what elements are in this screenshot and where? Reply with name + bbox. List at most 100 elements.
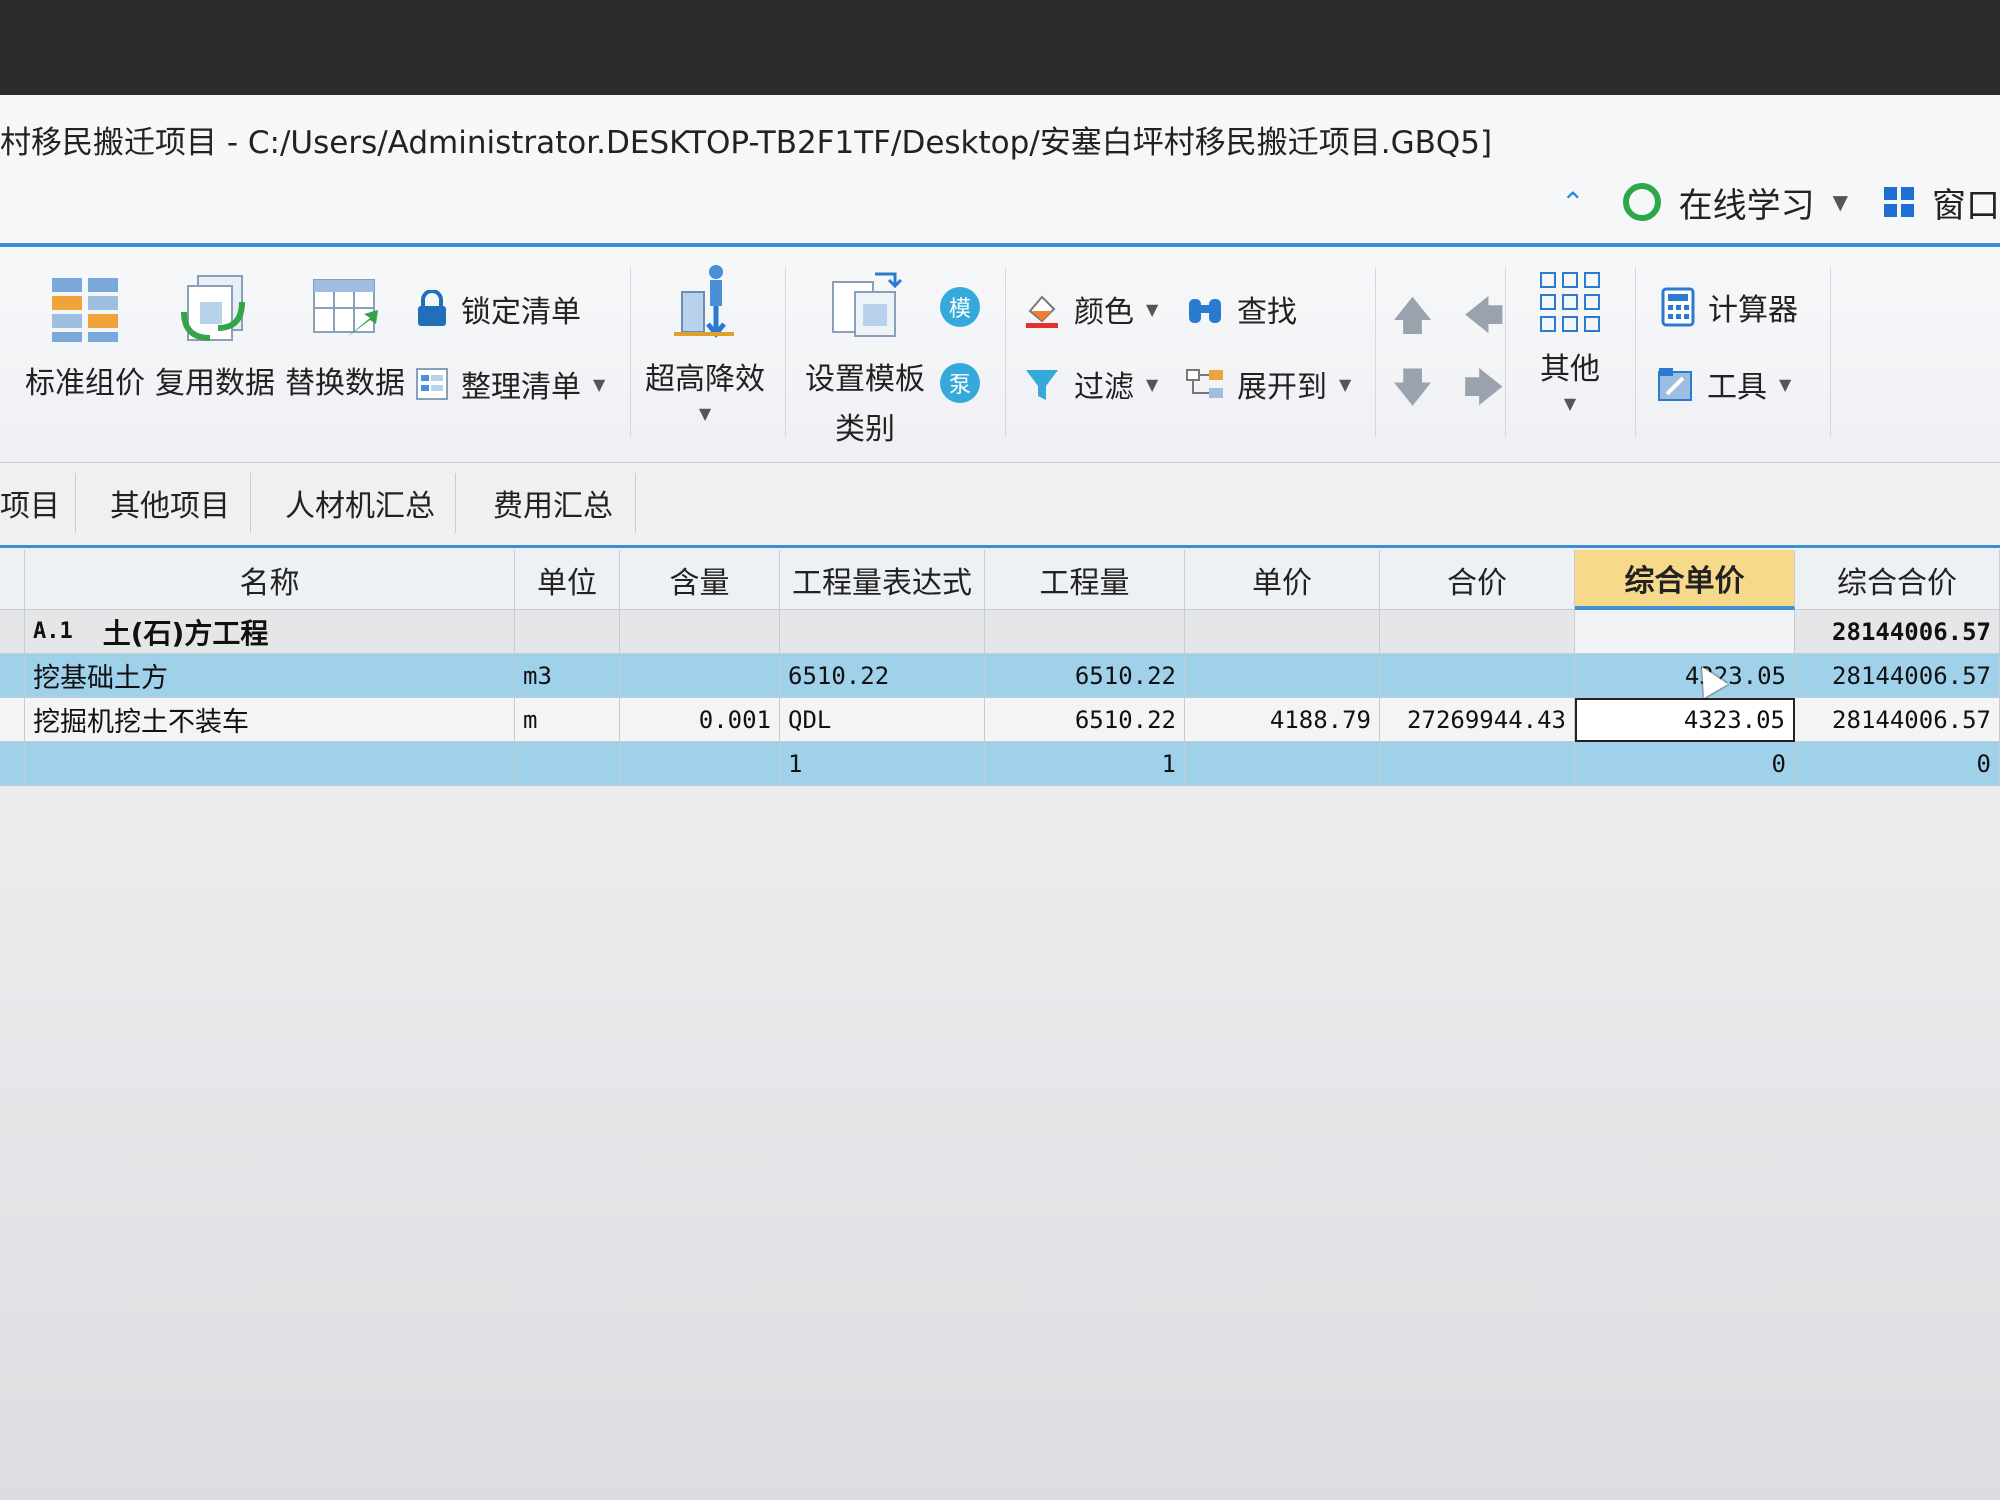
- row-index-cell: [0, 610, 25, 654]
- expression-cell[interactable]: 6510.22: [780, 654, 985, 698]
- binoculars-icon: [1189, 299, 1221, 323]
- composite-total-cell[interactable]: 28144006.57: [1795, 610, 2000, 654]
- move-down-icon[interactable]: 🡇: [1392, 359, 1433, 427]
- composite-unit-price-cell[interactable]: [1575, 610, 1795, 654]
- composite-total-cell[interactable]: 0: [1795, 742, 2000, 786]
- table-row[interactable]: 1 1 0 0: [0, 742, 2000, 786]
- calculator-button[interactable]: 计算器: [1660, 285, 1798, 329]
- column-header-composite-total[interactable]: 综合合价: [1795, 550, 2000, 610]
- tab-cost-summary[interactable]: 费用汇总: [493, 481, 613, 525]
- online-learning-dropdown-icon[interactable]: ▼: [1833, 190, 1848, 214]
- composite-total-cell[interactable]: 28144006.57: [1795, 698, 2000, 742]
- other-button[interactable]: 其他 ▼: [1515, 272, 1625, 413]
- color-label: 颜色: [1074, 295, 1134, 330]
- column-header-unit[interactable]: 单位: [515, 550, 620, 610]
- unit-cell[interactable]: [515, 610, 620, 654]
- color-button[interactable]: 颜色 ▼: [1022, 287, 1158, 331]
- content-cell[interactable]: [620, 654, 780, 698]
- expression-cell[interactable]: QDL: [780, 698, 985, 742]
- content-cell[interactable]: 0.001: [620, 698, 780, 742]
- unit-cell[interactable]: m: [515, 698, 620, 742]
- tools-button[interactable]: 工具 ▼: [1655, 362, 1791, 406]
- content-cell[interactable]: [620, 742, 780, 786]
- reuse-data-button[interactable]: 复用数据: [155, 272, 275, 402]
- tab-labor-material-machine-summary[interactable]: 人材机汇总: [285, 481, 435, 525]
- unit-cell[interactable]: [515, 742, 620, 786]
- window-menu[interactable]: 窗口: [1932, 178, 2000, 227]
- expand-to-dropdown-icon[interactable]: ▼: [1339, 375, 1351, 394]
- quantity-cell[interactable]: [985, 610, 1185, 654]
- price-cell[interactable]: 4188.79: [1185, 698, 1380, 742]
- reuse-data-icon: [181, 275, 245, 341]
- total-cell[interactable]: [1380, 610, 1575, 654]
- expand-to-button[interactable]: 展开到 ▼: [1185, 362, 1351, 406]
- lock-icon: [418, 290, 446, 326]
- total-cell[interactable]: 27269944.43: [1380, 698, 1575, 742]
- section-name: 土(石)方工程: [102, 616, 269, 650]
- composite-unit-price-cell-selected[interactable]: 4323.05: [1575, 698, 1795, 742]
- filter-button[interactable]: 过滤 ▼: [1022, 362, 1158, 406]
- tab-other-items[interactable]: 其他项目: [110, 481, 230, 525]
- move-right-icon[interactable]: 🡆: [1463, 359, 1504, 427]
- expression-cell[interactable]: [780, 610, 985, 654]
- total-cell[interactable]: [1380, 654, 1575, 698]
- table-row[interactable]: A.1 土(石)方工程 28144006.57: [0, 610, 2000, 654]
- column-header-price[interactable]: 单价: [1185, 550, 1380, 610]
- total-cell[interactable]: [1380, 742, 1575, 786]
- column-header-quantity[interactable]: 工程量: [985, 550, 1185, 610]
- super-high-dropdown-icon[interactable]: ▼: [640, 404, 770, 423]
- move-left-icon[interactable]: 🡄: [1463, 287, 1504, 355]
- organize-list-dropdown-icon[interactable]: ▼: [593, 375, 605, 394]
- name-cell[interactable]: [25, 742, 515, 786]
- composite-unit-price-cell[interactable]: 0: [1575, 742, 1795, 786]
- price-cell[interactable]: [1185, 610, 1380, 654]
- quantity-cell[interactable]: 6510.22: [985, 654, 1185, 698]
- organize-list-icon: [416, 368, 448, 400]
- lock-list-label: 锁定清单: [461, 295, 581, 330]
- name-cell[interactable]: 挖掘机挖土不装车: [25, 698, 515, 742]
- ribbon-separator: [785, 267, 786, 437]
- tab-divider: [250, 473, 251, 533]
- row-index-cell: [0, 698, 25, 742]
- column-header-quantity-expression[interactable]: 工程量表达式: [780, 550, 985, 610]
- lock-list-button[interactable]: 锁定清单: [415, 287, 581, 331]
- content-cell[interactable]: [620, 610, 780, 654]
- tab-items[interactable]: 项目: [0, 481, 60, 525]
- table-row[interactable]: 挖掘机挖土不装车 m 0.001 QDL 6510.22 4188.79 272…: [0, 698, 2000, 742]
- color-dropdown-icon[interactable]: ▼: [1146, 300, 1158, 319]
- unit-cell[interactable]: m3: [515, 654, 620, 698]
- standard-price-label: 标准组价: [25, 366, 145, 401]
- column-header-content[interactable]: 含量: [620, 550, 780, 610]
- quantity-cell[interactable]: 6510.22: [985, 698, 1185, 742]
- set-template-category-button[interactable]: 设置模板 类别: [800, 262, 930, 448]
- replace-data-button[interactable]: 替换数据: [285, 272, 405, 402]
- other-dropdown-icon[interactable]: ▼: [1515, 394, 1625, 413]
- column-header-name[interactable]: 名称: [25, 550, 515, 610]
- expression-cell[interactable]: 1: [780, 742, 985, 786]
- filter-dropdown-icon[interactable]: ▼: [1146, 375, 1158, 394]
- composite-unit-price-cell[interactable]: 4323.05: [1575, 654, 1795, 698]
- window-title: 村移民搬迁项目 - C:/Users/Administrator.DESKTOP…: [0, 125, 1493, 161]
- composite-total-cell[interactable]: 28144006.57: [1795, 654, 2000, 698]
- price-cell[interactable]: [1185, 742, 1380, 786]
- column-header-total[interactable]: 合价: [1380, 550, 1575, 610]
- column-header-composite-unit-price[interactable]: 综合单价: [1575, 550, 1795, 610]
- name-cell[interactable]: A.1 土(石)方工程: [25, 610, 515, 654]
- tab-bar: 项目 其他项目 人材机汇总 费用汇总: [0, 463, 2000, 548]
- quantity-cell[interactable]: 1: [985, 742, 1185, 786]
- name-cell[interactable]: 挖基础土方: [25, 654, 515, 698]
- find-button[interactable]: 查找: [1185, 287, 1297, 331]
- organize-list-button[interactable]: 整理清单 ▼: [415, 362, 605, 406]
- template-badge-button[interactable]: 模: [940, 287, 980, 327]
- move-up-icon[interactable]: 🡅: [1392, 287, 1433, 355]
- tools-dropdown-icon[interactable]: ▼: [1779, 375, 1791, 394]
- ribbon-separator: [1635, 267, 1636, 437]
- super-high-button[interactable]: 超高降效 ▼: [640, 262, 770, 423]
- standard-price-button[interactable]: 标准组价: [25, 272, 145, 402]
- pump-badge-button[interactable]: 泵: [940, 363, 980, 403]
- replace-data-icon: [313, 279, 378, 338]
- online-learning-button[interactable]: 在线学习: [1679, 178, 1815, 227]
- price-cell[interactable]: [1185, 654, 1380, 698]
- calculator-icon: [1661, 287, 1695, 327]
- collapse-ribbon-icon[interactable]: ⌃: [1561, 186, 1584, 219]
